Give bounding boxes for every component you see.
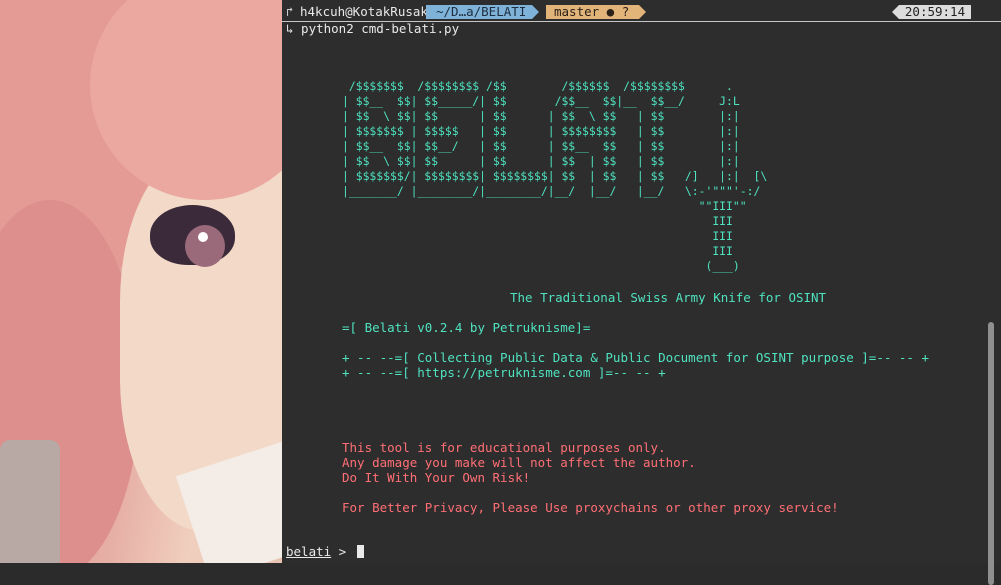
belati-prompt[interactable]: belati > bbox=[286, 544, 364, 559]
version-line: =[ Belati v0.2.4 by Petruknisme]= bbox=[342, 320, 591, 335]
tagline: The Traditional Swiss Army Knife for OSI… bbox=[510, 290, 827, 305]
belati-ascii-logo: /$$$$$$$ /$$$$$$$$ /$$ /$$$$$$ /$$$$$$$$… bbox=[342, 79, 768, 273]
prompt-arrow: > bbox=[331, 544, 354, 559]
user-host: h4kcuh@KotakRusak bbox=[300, 4, 428, 19]
ribbon-shape bbox=[0, 440, 60, 563]
shell-name: belati bbox=[286, 544, 332, 559]
privacy-note: For Better Privacy, Please Use proxychai… bbox=[342, 500, 839, 515]
prompt-symbol-icon: ↱ bbox=[286, 4, 294, 19]
disclaimer-line-1: This tool is for educational purposes on… bbox=[342, 440, 666, 455]
anime-wallpaper bbox=[0, 0, 282, 563]
terminal-window[interactable]: ↱ h4kcuh@KotakRusak ~/D…a/BELATI master … bbox=[282, 0, 1001, 563]
disclaimer-line-2: Any damage you make will not affect the … bbox=[342, 455, 696, 470]
scrollbar[interactable] bbox=[986, 22, 996, 585]
text-cursor bbox=[356, 545, 364, 558]
clock: 20:59:14 bbox=[892, 5, 971, 19]
info-line-2: + -- --=[ https://petruknisme.com ]=-- -… bbox=[342, 365, 666, 380]
disclaimer-line-3: Do It With Your Own Risk! bbox=[342, 470, 531, 485]
eye-shine bbox=[198, 232, 208, 242]
directory-segment: ~/D…a/BELATI bbox=[426, 5, 540, 19]
scrollbar-thumb[interactable] bbox=[988, 322, 994, 585]
git-branch-segment: master ● ? bbox=[546, 5, 647, 19]
command-line: ↳ python2 cmd-belati.py bbox=[286, 21, 460, 36]
prompt-bar: ↱ h4kcuh@KotakRusak ~/D…a/BELATI master … bbox=[282, 0, 1001, 22]
iris-shape bbox=[185, 225, 225, 267]
info-line-1: + -- --=[ Collecting Public Data & Publi… bbox=[342, 350, 929, 365]
